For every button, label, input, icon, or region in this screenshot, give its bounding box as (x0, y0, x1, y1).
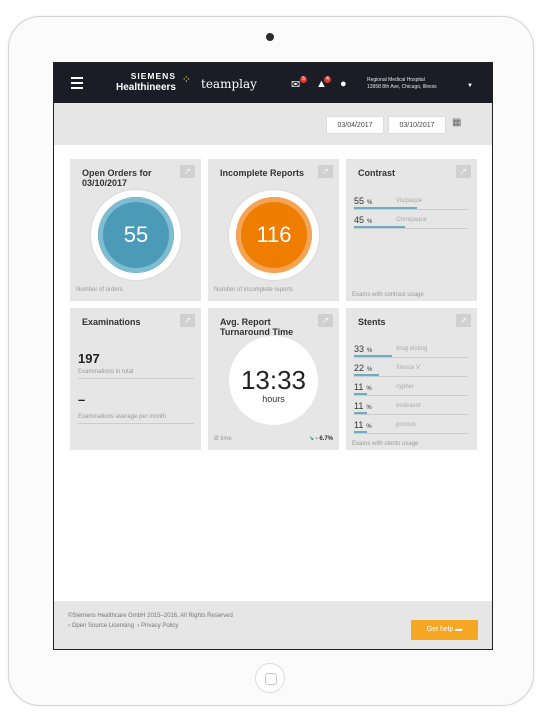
exams-total-label: Examinations in total (78, 369, 134, 375)
tile-title: Examinations (82, 317, 141, 327)
tile-footer: Ø time (214, 436, 232, 442)
row-divider (78, 423, 194, 424)
tile-open-orders[interactable]: Open Orders for 03/10/2017 ➚ 55 Number o… (70, 159, 201, 301)
hospital-address: 13958 8th Ave, Chicago, Illinois (367, 84, 437, 90)
user-icon[interactable]: ● (340, 78, 347, 90)
tile-footer: Number of incomplete reports (214, 287, 294, 293)
contrast-label: Visipaque (396, 198, 423, 204)
chevron-right-icon: › (68, 623, 70, 629)
chevron-down-icon[interactable]: ▼ (467, 83, 473, 89)
chat-icon: ▬ (455, 626, 463, 633)
contrast-value: 55% (354, 196, 373, 206)
share-icon[interactable]: ➚ (456, 314, 471, 327)
row-divider (354, 414, 468, 415)
stent-value: 33% (354, 344, 373, 354)
tile-title: Contrast (358, 168, 396, 178)
tile-incomplete-reports[interactable]: Incomplete Reports ➚ 116 Number of incom… (208, 159, 339, 301)
siemens-healthineers-logo: SIEMENS Healthineers ⁘ (104, 71, 191, 97)
exams-average-label: Examinations average per month (78, 414, 167, 420)
stent-bar (354, 412, 367, 414)
row-divider (354, 209, 468, 210)
share-icon[interactable]: ➚ (456, 165, 471, 178)
exams-average: – (78, 392, 86, 407)
tile-title: Incomplete Reports (220, 168, 305, 178)
stent-bar (354, 393, 367, 395)
orders-gauge: 55 (91, 190, 181, 280)
tile-footer: Exams with contrast usage (352, 292, 424, 298)
tile-stents[interactable]: Stents ➚ 33% drug eluting 22% Xience V 1… (346, 308, 477, 450)
turnaround-clock: 13:33 hours (229, 336, 318, 425)
privacy-policy-link[interactable]: Privacy Policy (141, 623, 178, 629)
tile-title: Open Orders for 03/10/2017 (82, 168, 152, 188)
reports-gauge: 116 (229, 190, 319, 280)
messages-icon[interactable]: ✉ (291, 78, 300, 91)
exams-total: 197 (78, 351, 100, 366)
calendar-icon[interactable]: ▦ (452, 117, 464, 129)
row-divider (354, 395, 468, 396)
stent-label: endeavor (396, 403, 422, 409)
row-divider (78, 378, 194, 379)
start-date-input[interactable]: 03/04/2017 (326, 116, 384, 134)
share-icon[interactable]: ➚ (180, 165, 195, 178)
date-filter-bar: 03/04/2017 03/10/2017 ▦ (54, 103, 492, 145)
tile-title: Avg. Report Turnaround Time (220, 317, 294, 337)
tile-footer: Exams with stents usage (352, 441, 419, 447)
stent-label: cypher (396, 384, 415, 390)
tile-examinations[interactable]: Examinations ➚ 197 Examinations in total… (70, 308, 201, 450)
contrast-bar (354, 207, 417, 209)
messages-badge: 5 (300, 76, 307, 83)
app-screen: SIEMENS Healthineers ⁘ teamplay ✉ 5 ▲ 4 … (53, 62, 493, 650)
stent-value: 11% (354, 382, 372, 392)
stent-label: promus (396, 422, 417, 428)
tile-turnaround-time[interactable]: Avg. Report Turnaround Time ➚ 13:33 hour… (208, 308, 339, 450)
stent-value: 22% (354, 363, 373, 373)
share-icon[interactable]: ➚ (318, 165, 333, 178)
trend-indicator: ↘ - 6.7% (308, 436, 333, 442)
stent-label: drug eluting (396, 346, 428, 352)
chevron-right-icon: › (137, 623, 140, 629)
hospital-selector[interactable]: Regional Medical Hospital 13958 8th Ave,… (367, 77, 437, 91)
top-bar: SIEMENS Healthineers ⁘ teamplay ✉ 5 ▲ 4 … (54, 63, 492, 103)
home-square-icon (265, 673, 277, 685)
contrast-value: 45% (354, 215, 373, 225)
reports-count: 116 (236, 197, 312, 273)
row-divider (354, 376, 468, 377)
share-icon[interactable]: ➚ (318, 314, 333, 327)
brand-line1: SIEMENS (130, 71, 176, 81)
front-camera (266, 33, 274, 41)
tile-footer: Number of orders (76, 287, 123, 293)
hospital-name: Regional Medical Hospital (367, 77, 425, 83)
stent-value: 11% (354, 420, 372, 430)
stent-bar (354, 431, 367, 433)
hamburger-menu-icon[interactable] (71, 77, 83, 92)
contrast-label: Omnipaque (396, 217, 428, 223)
turnaround-unit: hours (262, 394, 285, 404)
tile-contrast[interactable]: Contrast ➚ 55% Visipaque 45% Omnipaque E… (346, 159, 477, 301)
page-footer: ©Siemens Healthcare GmbH 2015–2016, All … (54, 601, 492, 649)
share-icon[interactable]: ➚ (180, 314, 195, 327)
stent-bar (354, 355, 392, 357)
contrast-bar (354, 226, 406, 228)
app-name: teamplay (201, 77, 257, 91)
trend-down-icon: ↘ (308, 436, 314, 442)
turnaround-time: 13:33 (240, 365, 307, 395)
get-help-button[interactable]: Get help ▬ (411, 620, 478, 640)
alerts-badge: 4 (324, 76, 331, 83)
row-divider (354, 228, 468, 229)
brand-dots-icon: ⁘ (181, 74, 191, 86)
end-date-input[interactable]: 03/10/2017 (388, 116, 446, 134)
brand-line2: Healthineers (115, 82, 176, 93)
tile-title: Stents (358, 317, 386, 327)
orders-count: 55 (98, 197, 174, 273)
row-divider (354, 433, 468, 434)
stent-label: Xience V (396, 365, 421, 371)
footer-links: › Open Source Licensing › Privacy Policy (68, 623, 178, 629)
stent-bar (354, 374, 380, 376)
stent-value: 11% (354, 401, 372, 411)
home-button[interactable] (255, 663, 285, 693)
copyright-text: ©Siemens Healthcare GmbH 2015–2016, All … (68, 613, 233, 619)
row-divider (354, 357, 468, 358)
open-source-link[interactable]: Open Source Licensing (72, 623, 134, 629)
